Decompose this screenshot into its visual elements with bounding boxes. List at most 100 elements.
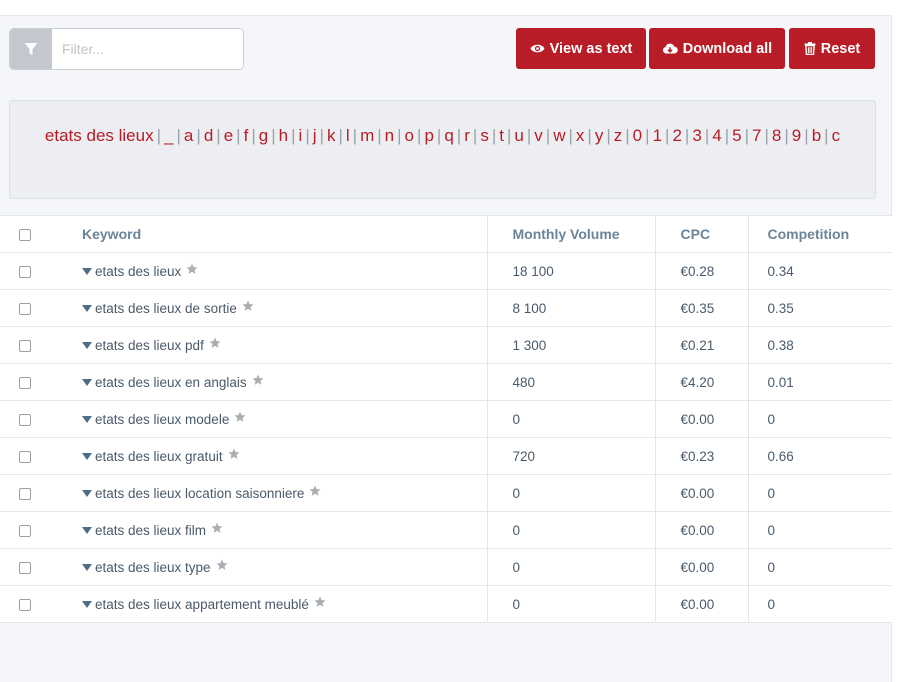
table-row: etats des lieux 18 100 €0.28 0.34 [0,252,892,290]
alphabet-link[interactable]: e [224,126,233,145]
caret-down-icon[interactable] [82,305,92,313]
reset-button[interactable]: Reset [789,28,875,69]
alphabet-link[interactable]: etats des lieux [45,126,154,145]
caret-down-icon[interactable] [82,342,92,350]
alphabet-link[interactable]: 3 [692,126,701,145]
alphabet-link[interactable]: 5 [732,126,741,145]
caret-down-icon[interactable] [82,416,92,424]
alphabet-separator: | [684,126,690,145]
alphabet-link[interactable]: 7 [752,126,761,145]
alphabet-link[interactable]: m [360,126,374,145]
alphabet-link[interactable]: l [346,126,350,145]
filter-group [9,28,244,70]
caret-down-icon[interactable] [82,453,92,461]
keyword-text[interactable]: etats des lieux film [95,523,206,538]
star-icon[interactable] [314,596,326,611]
row-checkbox[interactable] [19,524,31,537]
keyword-header[interactable]: Keyword [57,215,488,253]
row-checkbox[interactable] [19,487,31,500]
alphabet-link[interactable]: 4 [712,126,721,145]
alphabet-link[interactable]: u [514,126,523,145]
table-row: etats des lieux de sortie 8 100 €0.35 0.35 [0,289,892,327]
competition-header[interactable]: Competition [748,215,892,253]
alphabet-link[interactable]: j [313,126,317,145]
alphabet-link[interactable]: g [259,126,268,145]
view-as-text-button[interactable]: View as text [516,28,646,69]
caret-down-icon[interactable] [82,268,92,276]
alphabet-link[interactable]: _ [164,126,173,145]
star-icon[interactable] [186,263,198,278]
alphabet-separator: | [764,126,769,145]
caret-down-icon[interactable] [82,527,92,535]
keyword-text[interactable]: etats des lieux modele [95,412,229,427]
alphabet-link[interactable]: h [279,126,288,145]
caret-down-icon[interactable] [82,601,92,609]
alphabet-link[interactable]: 2 [672,126,681,145]
alphabet-link[interactable]: y [595,126,604,145]
keyword-table: Keyword Monthly Volume CPC Competition e… [0,215,892,623]
alphabet-link[interactable]: a [184,126,193,145]
cpc-cell: €4.20 [655,363,749,401]
row-checkbox[interactable] [19,339,31,352]
row-select-cell [0,400,57,438]
caret-down-icon[interactable] [82,379,92,387]
alphabet-link[interactable]: o [405,126,414,145]
alphabet-link[interactable]: d [204,126,213,145]
alphabet-link[interactable]: r [464,126,470,145]
row-checkbox[interactable] [19,561,31,574]
cpc-header[interactable]: CPC [655,215,749,253]
alphabet-link[interactable]: b [812,126,821,145]
keyword-text[interactable]: etats des lieux de sortie [95,301,237,316]
row-checkbox[interactable] [19,265,31,278]
row-checkbox[interactable] [19,302,31,315]
keyword-text[interactable]: etats des lieux appartement meublé [95,597,309,612]
alphabet-link[interactable]: x [576,126,585,145]
alphabet-link[interactable]: v [534,126,543,145]
keyword-text[interactable]: etats des lieux location saisonniere [95,486,304,501]
row-checkbox[interactable] [19,450,31,463]
alphabet-link[interactable]: w [553,126,565,145]
alphabet-link[interactable]: 8 [772,126,781,145]
alphabet-link[interactable]: q [444,126,453,145]
alphabet-link[interactable]: n [385,126,394,145]
alphabet-link[interactable]: z [614,126,623,145]
row-checkbox[interactable] [19,376,31,389]
alphabet-link[interactable]: f [244,126,249,145]
keyword-text[interactable]: etats des lieux pdf [95,338,204,353]
star-icon[interactable] [242,300,254,315]
alphabet-link[interactable]: s [480,126,489,145]
caret-down-icon[interactable] [82,564,92,572]
alphabet-link[interactable]: 9 [792,126,801,145]
row-checkbox[interactable] [19,598,31,611]
star-icon[interactable] [216,559,228,574]
row-checkbox[interactable] [19,413,31,426]
alphabet-link[interactable]: c [832,126,841,145]
keyword-text[interactable]: etats des lieux type [95,560,211,575]
select-all-checkbox[interactable] [19,229,31,242]
keyword-text[interactable]: etats des lieux gratuit [95,449,223,464]
alphabet-link[interactable]: i [299,126,303,145]
row-select-cell [0,474,57,512]
star-icon[interactable] [252,374,264,389]
filter-input[interactable] [52,29,243,69]
star-icon[interactable] [228,448,240,463]
table-row: etats des lieux en anglais 480 €4.20 0.01 [0,363,892,401]
alphabet-link[interactable]: k [327,126,336,145]
alphabet-link[interactable]: p [424,126,433,145]
table-row: etats des lieux gratuit 720 €0.23 0.66 [0,437,892,475]
keyword-text[interactable]: etats des lieux [95,264,181,279]
download-all-button[interactable]: Download all [649,28,785,69]
alphabet-separator: | [804,126,809,145]
keyword-text[interactable]: etats des lieux en anglais [95,375,247,390]
alphabet-link[interactable]: t [499,126,504,145]
star-icon[interactable] [209,337,221,352]
reset-label: Reset [820,40,861,57]
alphabet-link[interactable]: 1 [653,126,662,145]
caret-down-icon[interactable] [82,490,92,498]
alphabet-separator: | [472,126,478,145]
star-icon[interactable] [211,522,223,537]
star-icon[interactable] [234,411,246,426]
volume-header[interactable]: Monthly Volume [487,215,656,253]
alphabet-link[interactable]: 0 [633,126,642,145]
star-icon[interactable] [309,485,321,500]
